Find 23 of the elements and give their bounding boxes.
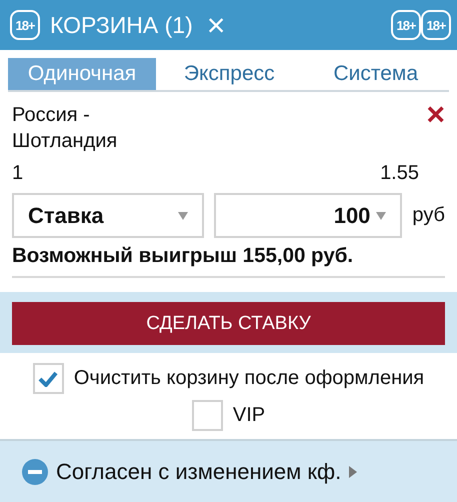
amount-field[interactable]: 100 [214, 193, 402, 238]
caret-icon [178, 212, 188, 220]
minus-circle-icon [22, 458, 48, 484]
event-name: Россия - Шотландия [12, 103, 118, 154]
bet-type-tab[interactable]: Экспресс [156, 58, 302, 90]
checkbox-label: Очистить корзину после оформления [74, 367, 424, 390]
checkbox[interactable] [32, 363, 64, 394]
checkbox[interactable] [192, 400, 223, 431]
checkbox-label: VIP [232, 404, 266, 427]
check-icon [38, 370, 58, 386]
age-badge: 18+ [10, 10, 40, 40]
age-badge: 18+ [421, 10, 451, 40]
bet-type-tab[interactable]: Система [302, 58, 449, 90]
stake-type-select[interactable]: Ставка [12, 193, 204, 238]
cart-title: КОРЗИНА (1) [50, 12, 193, 38]
outcome: 1 [12, 162, 24, 185]
caret-icon [376, 212, 386, 220]
remove-button[interactable]: × [426, 102, 445, 128]
currency: руб [412, 204, 445, 227]
odds: 1.55 [380, 162, 419, 185]
place-bet-button[interactable]: СДЕЛАТЬ СТАВКУ [12, 302, 445, 345]
possible-win: Возможный выигрыш 155,00 руб. [12, 238, 445, 278]
age-badge: 18+ [391, 10, 421, 40]
